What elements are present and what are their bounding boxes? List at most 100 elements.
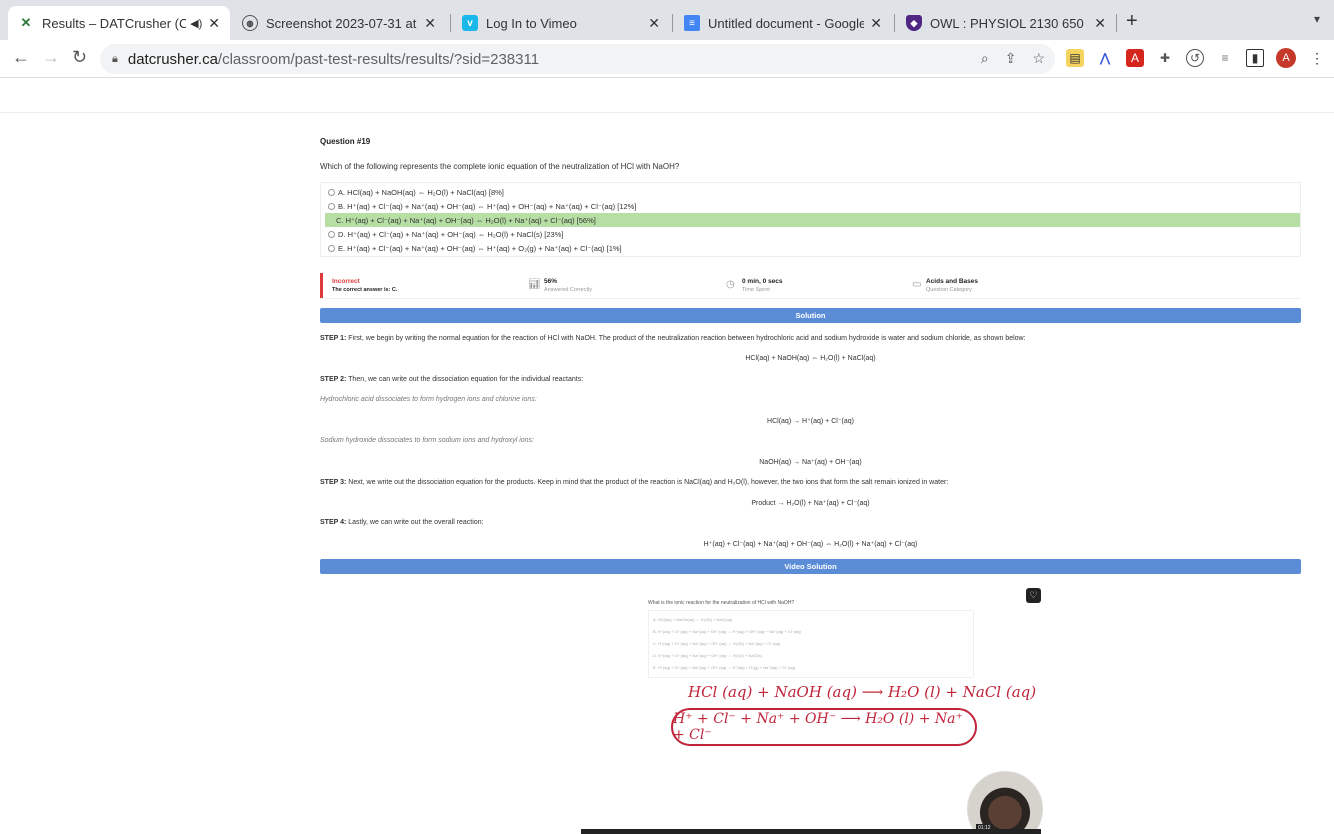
answer-option-a[interactable]: A. HCl(aq) + NaOH(aq) ⇔ H₂O(l) + NaCl(aq… [325,185,1300,199]
result-stat: Incorrect The correct answer is: C. [332,278,397,294]
tab-divider [894,14,895,32]
answer-list: A. HCl(aq) + NaOH(aq) ⇔ H₂O(l) + NaCl(aq… [320,182,1301,257]
equation-3: NaOH(aq) → Na⁺(aq) + OH⁻(aq) [759,459,862,466]
equation-1: HCl(aq) + NaOH(aq) ⇔ H₂O(l) + NaCl(aq) [745,355,876,362]
url-host: datcrusher.ca [127,50,218,68]
correct-answer-note: The correct answer is: C. [332,287,398,293]
tab-vimeo[interactable]: v Log In to Vimeo ✕ [452,6,670,40]
radio-icon[interactable] [328,230,335,238]
puzzle-icon[interactable]: ✚ [1156,49,1174,67]
new-tab-button[interactable]: + [1126,10,1138,33]
tab-screenshot[interactable]: ◍ Screenshot 2023-07-31 at 5.0 ✕ [232,6,446,40]
media-queue-icon[interactable]: ≡ [1216,49,1234,67]
video-solution-header[interactable]: Video Solution [320,559,1301,574]
calendar-icon: ▭ [912,279,922,290]
tab-label: Screenshot 2023-07-31 at 5.0 [266,15,418,31]
tab-divider [672,14,673,32]
handwritten-ionic-equation: H⁺ + Cl⁻ + Na⁺ + OH⁻ ⟶ H₂O (l) + Na⁺ + C… [671,708,977,746]
step-label: STEP 3: [320,479,347,486]
answer-label: D. H⁺(aq) + Cl⁻(aq) + Na⁺(aq) + OH⁻(aq) … [338,229,564,239]
reload-icon[interactable]: ↻ [72,47,87,68]
close-icon[interactable]: ✕ [424,15,436,32]
time-value: 0 min, 0 secs [742,278,783,285]
close-icon[interactable]: ✕ [648,15,660,32]
tab-label: OWL : PHYSIOL 2130 650 SU2 [930,15,1088,31]
answer-label: C. H⁺(aq) + Cl⁻(aq) + Na⁺(aq) + OH⁻(aq) … [336,215,596,225]
x-logo-icon: ✕ [20,15,32,30]
percent-stat: 56% Answered Correctly [544,278,592,294]
tab-owl[interactable]: ◆ OWL : PHYSIOL 2130 650 SU2 ✕ [896,6,1116,40]
video-answer-line: B. H⁺(aq) + Cl⁻(aq) + Na⁺(aq) + OH⁻(aq) … [653,629,801,634]
step-label: STEP 1: [320,335,347,342]
owl-shield-icon: ◆ [906,15,922,31]
address-bar[interactable]: 🔒︎ datcrusher.ca/classroom/past-test-res… [100,44,1055,74]
avatar[interactable]: A [1276,48,1296,68]
bar-chart-icon: 📊︎ [528,279,541,290]
clock-icon: ◷ [726,279,735,290]
star-icon[interactable]: ☆ [1032,50,1045,67]
tab-google-doc[interactable]: ≡ Untitled document - Google Do ✕ [674,6,892,40]
tab-label: Log In to Vimeo [486,15,577,31]
side-panel-icon[interactable]: ▮ [1246,49,1264,67]
results-page: Question #19 Which of the following repr… [0,113,1334,834]
step-text: Lastly, we can write out the overall rea… [346,519,484,526]
share-icon[interactable]: ⇪ [1005,50,1017,67]
url-path: /classroom/past-test-results/results/?si… [217,50,540,68]
handwritten-equation: HCl (aq) + NaOH (aq) ⟶ H₂O (l) + NaCl (a… [688,683,1037,701]
category-value: Acids and Bases [926,278,979,285]
video-controls-bar[interactable] [581,829,1041,834]
time-stat: 0 min, 0 secs Time Spent [742,278,782,294]
radio-icon[interactable] [328,202,335,210]
tab-divider [450,14,451,32]
answer-label: A. HCl(aq) + NaOH(aq) ⇔ H₂O(l) + NaCl(aq… [338,187,504,197]
note-hcl: Hydrochloric acid dissociates to form hy… [320,396,537,403]
lock-icon[interactable]: 🔒︎ [112,53,118,66]
equation-4: Product → H₂O(l) + Na⁺(aq) + Cl⁻(aq) [751,500,870,507]
answer-option-b[interactable]: B. H⁺(aq) + Cl⁻(aq) + Na⁺(aq) + OH⁻(aq) … [325,199,1300,213]
chevron-down-icon[interactable]: ▾ [1314,12,1320,26]
radio-icon[interactable] [328,188,335,196]
tab-label: Untitled document - Google Do [708,15,865,31]
calculator-extension-icon[interactable]: ▤ [1066,49,1084,67]
step-label: STEP 4: [320,519,347,526]
tab-datcrusher[interactable]: ✕ Results – DATCrusher (Can ◀) ✕ [8,6,230,40]
close-icon[interactable]: ✕ [870,15,882,32]
result-stats: Incorrect The correct answer is: C. 📊︎ 5… [320,273,1301,299]
equation-2: HCl(aq) → H⁺(aq) + Cl⁻(aq) [767,418,854,425]
answer-label: E. H⁺(aq) + Cl⁻(aq) + Na⁺(aq) + OH⁻(aq) … [338,243,622,253]
question-text: Which of the following represents the co… [320,162,680,171]
solution-header[interactable]: Solution [320,308,1301,323]
globe-icon: ◍ [242,15,258,31]
step-text: Then, we can write out the dissociation … [346,376,584,383]
zoom-icon[interactable]: ⌕ [981,50,989,67]
refresh-circle-icon[interactable]: ↺ [1186,49,1204,67]
wave-extension-icon[interactable]: ⋀ [1096,49,1114,67]
kebab-menu-icon[interactable]: ⋮ [1308,49,1326,67]
close-icon[interactable]: ✕ [1094,15,1106,32]
acrobat-extension-icon[interactable]: A [1126,49,1144,67]
answer-option-e[interactable]: E. H⁺(aq) + Cl⁻(aq) + Na⁺(aq) + OH⁻(aq) … [325,241,1300,255]
percent-value: 56% [544,278,558,285]
video-answer-box: A. HCl(aq) + NaOH(aq) ⇔ H₂O(l) + NaCl(aq… [648,610,974,678]
speaker-icon[interactable]: ◀) [190,17,202,30]
forward-arrow-icon[interactable]: → [42,47,60,68]
category-stat: Acids and Bases Question Category [926,278,978,294]
incorrect-marker [320,273,323,298]
step-1: STEP 1: First, we begin by writing the n… [320,335,1026,342]
step-label: STEP 2: [320,376,347,383]
step-text: First, we begin by writing the normal eq… [346,335,1026,342]
tab-label: Results – DATCrusher (Can [42,15,187,31]
radio-icon[interactable] [328,244,335,252]
video-player[interactable]: What is the ionic reaction for the neutr… [576,580,1043,834]
heart-icon[interactable]: ♡ [1026,588,1041,603]
browser-toolbar: ← → ↻ 🔒︎ datcrusher.ca/classroom/past-te… [0,40,1334,78]
category-label: Question Category [926,287,972,293]
answer-option-c[interactable]: C. H⁺(aq) + Cl⁻(aq) + Na⁺(aq) + OH⁻(aq) … [325,213,1300,227]
answer-label: B. H⁺(aq) + Cl⁻(aq) + Na⁺(aq) + OH⁻(aq) … [338,201,637,211]
time-label: Time Spent [742,287,770,293]
back-arrow-icon[interactable]: ← [12,47,30,68]
step-text: Next, we write out the dissociation equa… [346,479,949,486]
answer-option-d[interactable]: D. H⁺(aq) + Cl⁻(aq) + Na⁺(aq) + OH⁻(aq) … [325,227,1300,241]
tab-divider [1116,14,1117,32]
close-icon[interactable]: ✕ [208,15,220,32]
